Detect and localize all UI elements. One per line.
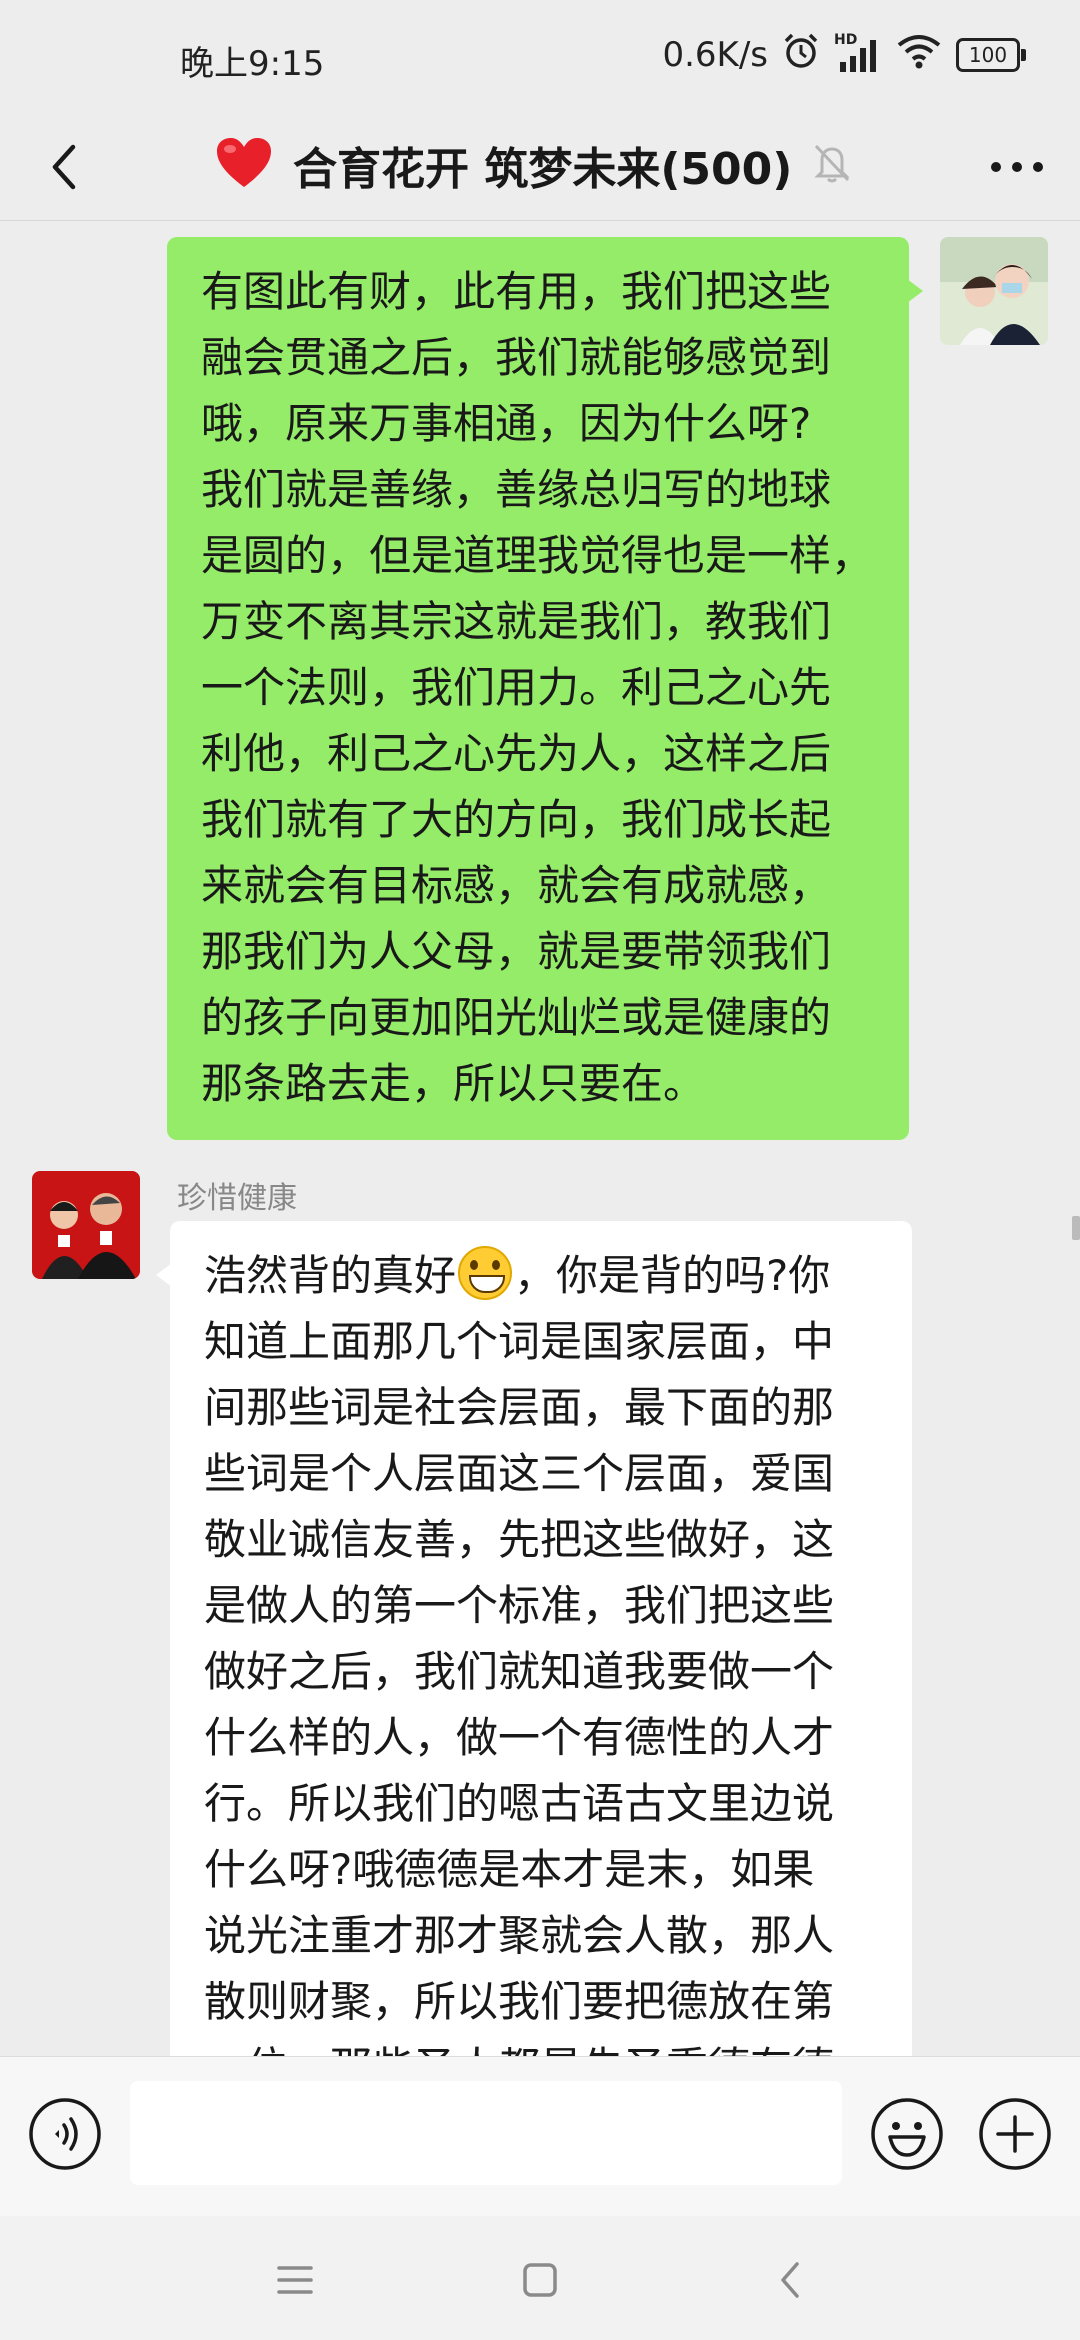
input-bar bbox=[0, 2056, 1080, 2217]
heart-icon bbox=[215, 137, 273, 193]
message-input[interactable] bbox=[130, 2081, 842, 2185]
signal-icon: HD bbox=[834, 32, 882, 74]
avatar[interactable] bbox=[32, 1171, 140, 1279]
scrollbar[interactable] bbox=[1072, 1216, 1080, 1240]
message-bubble-outgoing[interactable]: 有图此有财，此有用，我们把这些 融会贯通之后，我们就能够感觉到 哦，原来万事相通… bbox=[167, 237, 923, 1140]
chat-title-group: 合育花开 筑梦未来(500) bbox=[215, 128, 852, 202]
grinning-face-emoji-icon bbox=[458, 1246, 513, 1300]
status-time: 晚上9:15 bbox=[180, 44, 325, 84]
battery-icon: 100 bbox=[956, 38, 1026, 72]
network-speed: 0.6K/s bbox=[662, 35, 768, 75]
message-bubble-incoming[interactable]: 浩然背的真好 ，你是背的吗?你 知道上面那几个词是国家层面，中 间那些词是社会层面… bbox=[156, 1221, 912, 2056]
mute-bell-icon bbox=[812, 142, 852, 188]
status-icons: 0.6K/s HD 100 bbox=[662, 30, 1026, 80]
wifi-icon bbox=[896, 33, 942, 78]
home-square-icon bbox=[523, 2263, 557, 2297]
more-dots-icon bbox=[991, 162, 1043, 172]
status-bar: 晚上9:15 0.6K/s HD 100 bbox=[0, 0, 1080, 120]
plus-button[interactable] bbox=[978, 2097, 1052, 2171]
menu-icon bbox=[277, 2266, 313, 2294]
alarm-icon bbox=[782, 32, 820, 79]
back-button[interactable] bbox=[30, 132, 100, 202]
voice-icon bbox=[29, 2098, 101, 2170]
emoji-icon bbox=[871, 2098, 943, 2170]
home-button[interactable] bbox=[510, 2250, 570, 2310]
back-chevron-icon bbox=[781, 2262, 799, 2298]
system-back-button[interactable] bbox=[760, 2250, 820, 2310]
system-navigation-bar bbox=[0, 2216, 1080, 2340]
recent-apps-button[interactable] bbox=[265, 2250, 325, 2310]
back-arrow-icon bbox=[52, 144, 76, 190]
voice-button[interactable] bbox=[28, 2097, 102, 2171]
emoji-button[interactable] bbox=[870, 2097, 944, 2171]
battery-level: 100 bbox=[968, 43, 1008, 67]
message-text: 浩然背的真好 ，你是背的吗?你 知道上面那几个词是国家层面，中 间那些词是社会层面… bbox=[204, 1243, 880, 2056]
chat-header: 合育花开 筑梦未来(500) bbox=[0, 110, 1080, 221]
avatar[interactable] bbox=[940, 237, 1048, 345]
more-button[interactable] bbox=[982, 132, 1052, 202]
sender-name: 珍惜健康 bbox=[177, 1181, 297, 1216]
message-text: 有图此有财，此有用，我们把这些 融会贯通之后，我们就能够感觉到 哦，原来万事相通… bbox=[201, 267, 874, 1108]
plus-icon bbox=[979, 2098, 1051, 2170]
network-type: HD bbox=[834, 32, 858, 48]
chat-title: 合育花开 筑梦未来(500) bbox=[293, 144, 793, 195]
chat-message-list[interactable]: 有图此有财，此有用，我们把这些 融会贯通之后，我们就能够感觉到 哦，原来万事相通… bbox=[0, 221, 1080, 2056]
